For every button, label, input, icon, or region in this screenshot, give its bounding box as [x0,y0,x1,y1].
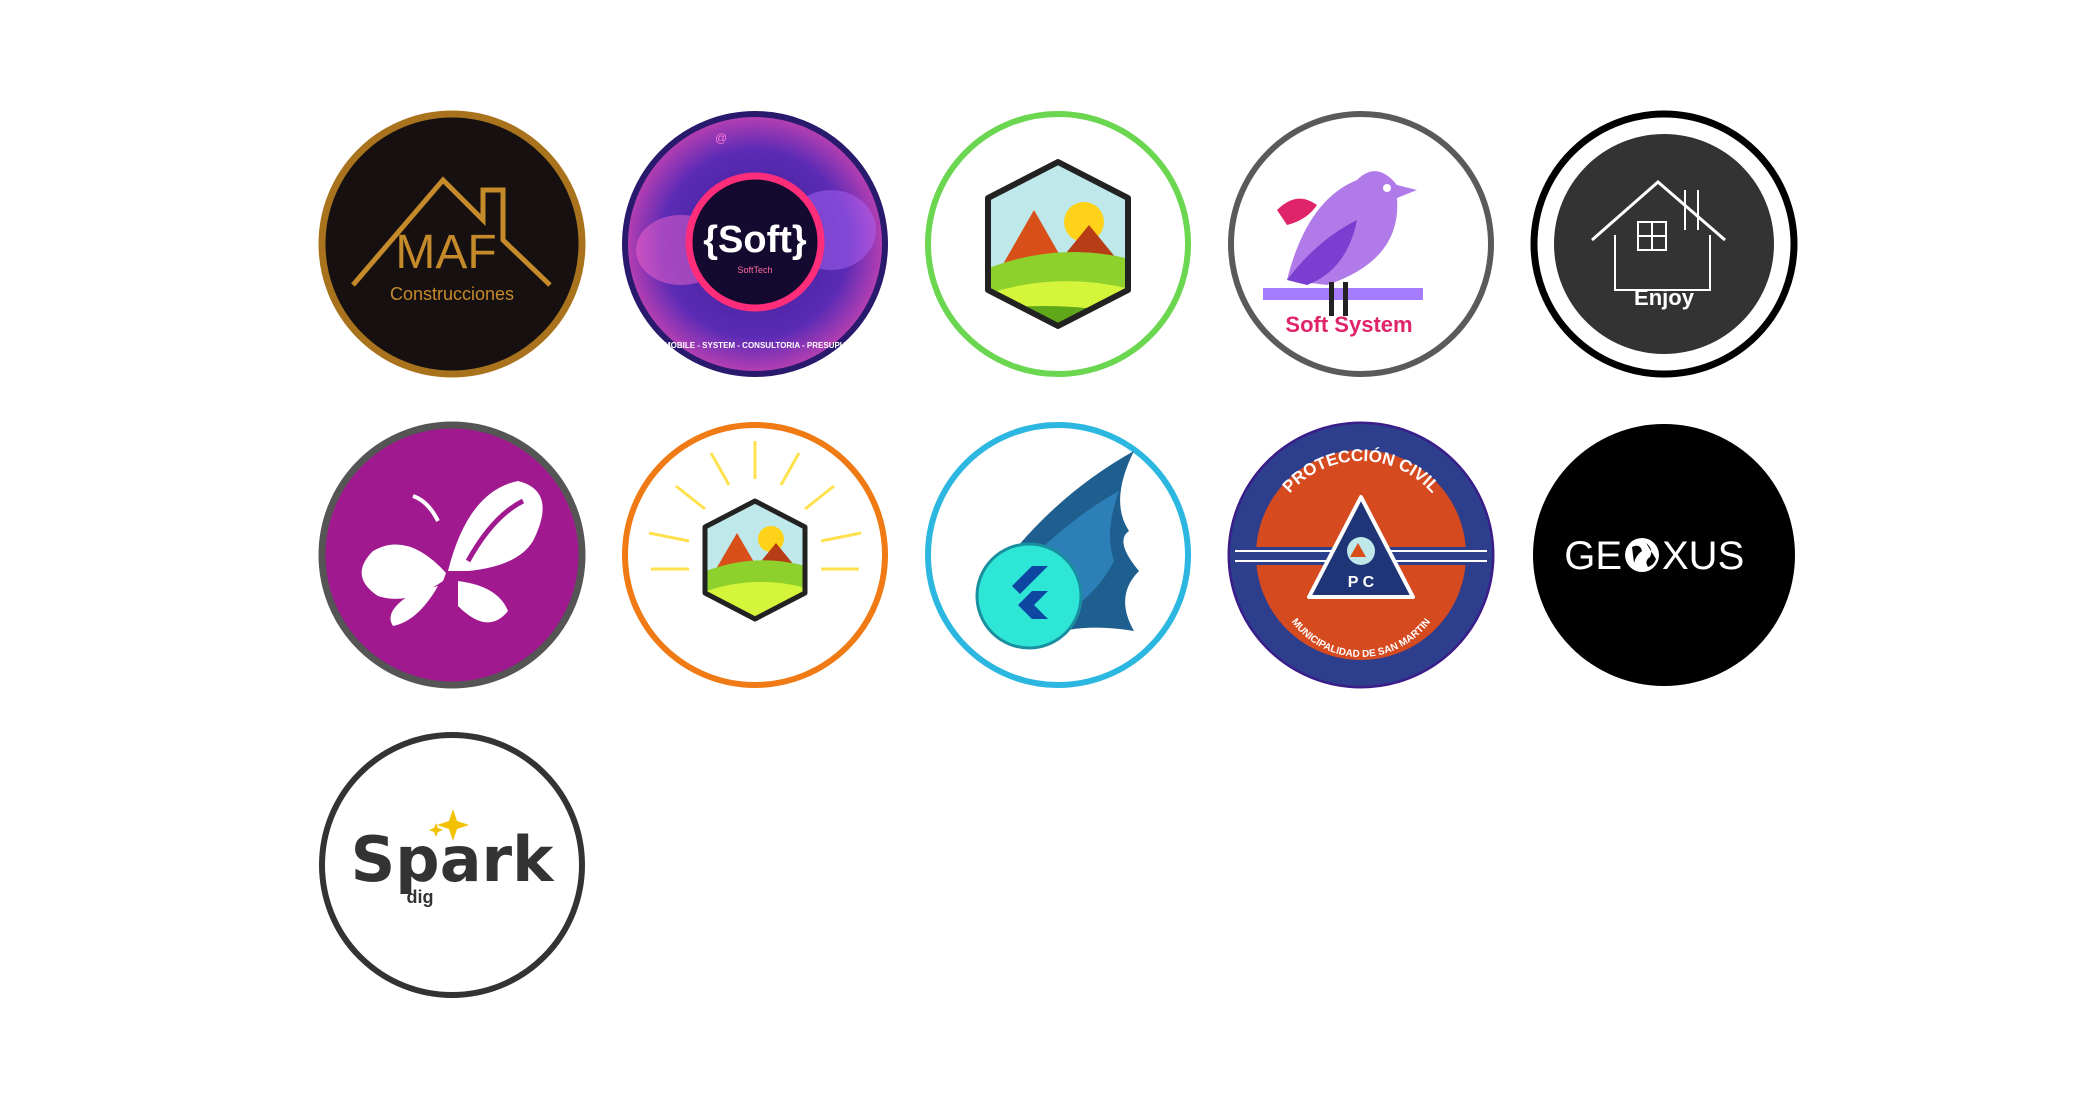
butterfly-logo[interactable] [318,421,586,689]
hexagon-landscape-logo[interactable] [924,110,1192,378]
softtech-subtitle: SoftTech [737,265,772,275]
geoxus-title-end: XUS [1662,534,1744,578]
maf-title: MAF [395,226,496,279]
softtech-title: {Soft} [703,219,807,261]
geoxus-title-start: GE [1564,534,1622,578]
flutter-comet-logo[interactable] [924,421,1192,689]
enjoy-logo[interactable]: Enjoy [1530,110,1798,378]
sun-hexagon-logo[interactable] [621,421,889,689]
proteccion-civil-logo[interactable]: P C PROTECCIÓN CIVIL MUNICIPALIDAD DE SA… [1227,421,1495,689]
soft-system-logo[interactable]: Soft System [1227,110,1495,378]
maf-construcciones-logo[interactable]: MAF Construcciones [318,110,586,378]
maf-subtitle: Construcciones [390,284,514,304]
geoxus-logo[interactable]: GE XUS [1530,421,1798,689]
globe-icon [1625,538,1659,572]
spark-subtitle: dig [407,887,434,907]
spark-title: Spark [351,823,555,896]
spark-dig-logo[interactable]: Spark dig [318,731,586,999]
softtech-logo[interactable]: {Soft} SoftTech - MOBILE - SYSTEM - CONS… [621,110,889,378]
softtech-footer: - MOBILE - SYSTEM - CONSULTORIA - PRESUP… [659,341,852,350]
enjoy-title: Enjoy [1634,285,1695,310]
at-icon: @ [715,131,727,145]
client-logo-grid: MAF Construcciones {Soft} SoftTech - MOB… [0,0,2100,1102]
pc-badge: P C [1348,574,1375,591]
soft-system-title: Soft System [1285,312,1412,337]
